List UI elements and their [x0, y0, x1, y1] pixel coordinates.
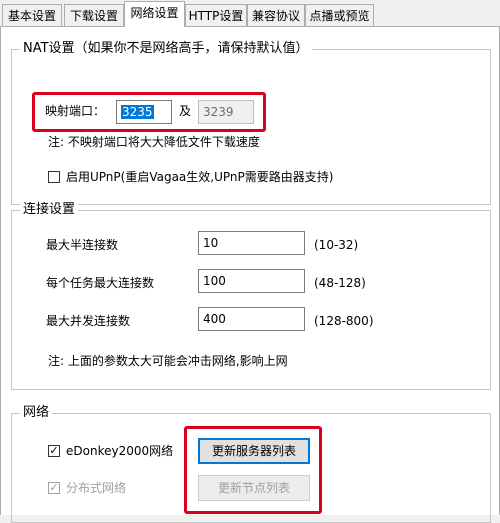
max-concurrent-input[interactable]: 400	[198, 307, 305, 331]
max-half-open-input[interactable]: 10	[198, 231, 305, 255]
and-label: 及	[179, 104, 192, 118]
tab-download-settings[interactable]: 下载设置	[64, 4, 124, 26]
mapped-port-value: 3235	[121, 105, 154, 119]
max-concurrent-range: (128-800)	[314, 314, 374, 328]
update-nodes-button: 更新节点列表	[198, 475, 310, 501]
mapped-port-secondary-input: 3239	[198, 100, 254, 124]
mapped-port-input[interactable]: 3235	[116, 100, 172, 124]
nat-note: 注: 不映射端口将大大降低文件下载速度	[48, 135, 260, 149]
mapped-port-label: 映射端口：	[45, 104, 106, 118]
tab-basic-settings[interactable]: 基本设置	[2, 4, 62, 26]
max-concurrent-label: 最大并发连接数	[46, 314, 131, 328]
max-half-open-label: 最大半连接数	[46, 238, 119, 252]
tab-http-settings[interactable]: HTTP设置	[185, 4, 247, 26]
network-settings-panel: NAT设置（如果你不是网络高手，请保持默认值） 映射端口： 3235 及 323…	[0, 26, 500, 523]
max-conn-per-task-label: 每个任务最大连接数	[46, 276, 155, 290]
distributed-label: 分布式网络	[66, 481, 127, 495]
connection-settings-group: 连接设置 最大半连接数 10 (10-32) 每个任务最大连接数 100 (48…	[11, 201, 491, 390]
nat-settings-legend: NAT设置（如果你不是网络高手，请保持默认值）	[20, 40, 312, 58]
max-conn-per-task-input[interactable]: 100	[198, 269, 305, 293]
connection-note: 注: 上面的参数太大可能会冲击网络,影响上网	[48, 354, 288, 368]
max-half-open-range: (10-32)	[314, 238, 359, 252]
distributed-checkbox: ✓	[48, 482, 60, 494]
nat-settings-group: NAT设置（如果你不是网络高手，请保持默认值） 映射端口： 3235 及 323…	[11, 40, 491, 205]
connection-settings-legend: 连接设置	[20, 201, 79, 219]
update-servers-button[interactable]: 更新服务器列表	[198, 438, 310, 464]
check-mark-icon: ✓	[49, 444, 59, 457]
tab-compat-protocols[interactable]: 兼容协议	[247, 4, 305, 26]
tab-bar: 基本设置 下载设置 网络设置 HTTP设置 兼容协议 点播或预览	[0, 0, 500, 27]
tab-network-settings[interactable]: 网络设置	[124, 1, 185, 27]
max-conn-per-task-range: (48-128)	[314, 276, 366, 290]
edonkey-label[interactable]: eDonkey2000网络	[66, 443, 173, 459]
network-group: 网络 ✓ eDonkey2000网络 ✓ 分布式网络 更新服务器列表 更新节点列…	[11, 404, 491, 523]
upnp-label[interactable]: 启用UPnP(重启Vagaa生效,UPnP需要路由器支持)	[66, 169, 333, 185]
network-legend: 网络	[20, 404, 53, 422]
check-mark-icon: ✓	[49, 481, 59, 494]
edonkey-checkbox[interactable]: ✓	[48, 445, 60, 457]
tab-vod-preview[interactable]: 点播或预览	[305, 4, 374, 26]
upnp-checkbox[interactable]	[48, 171, 60, 183]
